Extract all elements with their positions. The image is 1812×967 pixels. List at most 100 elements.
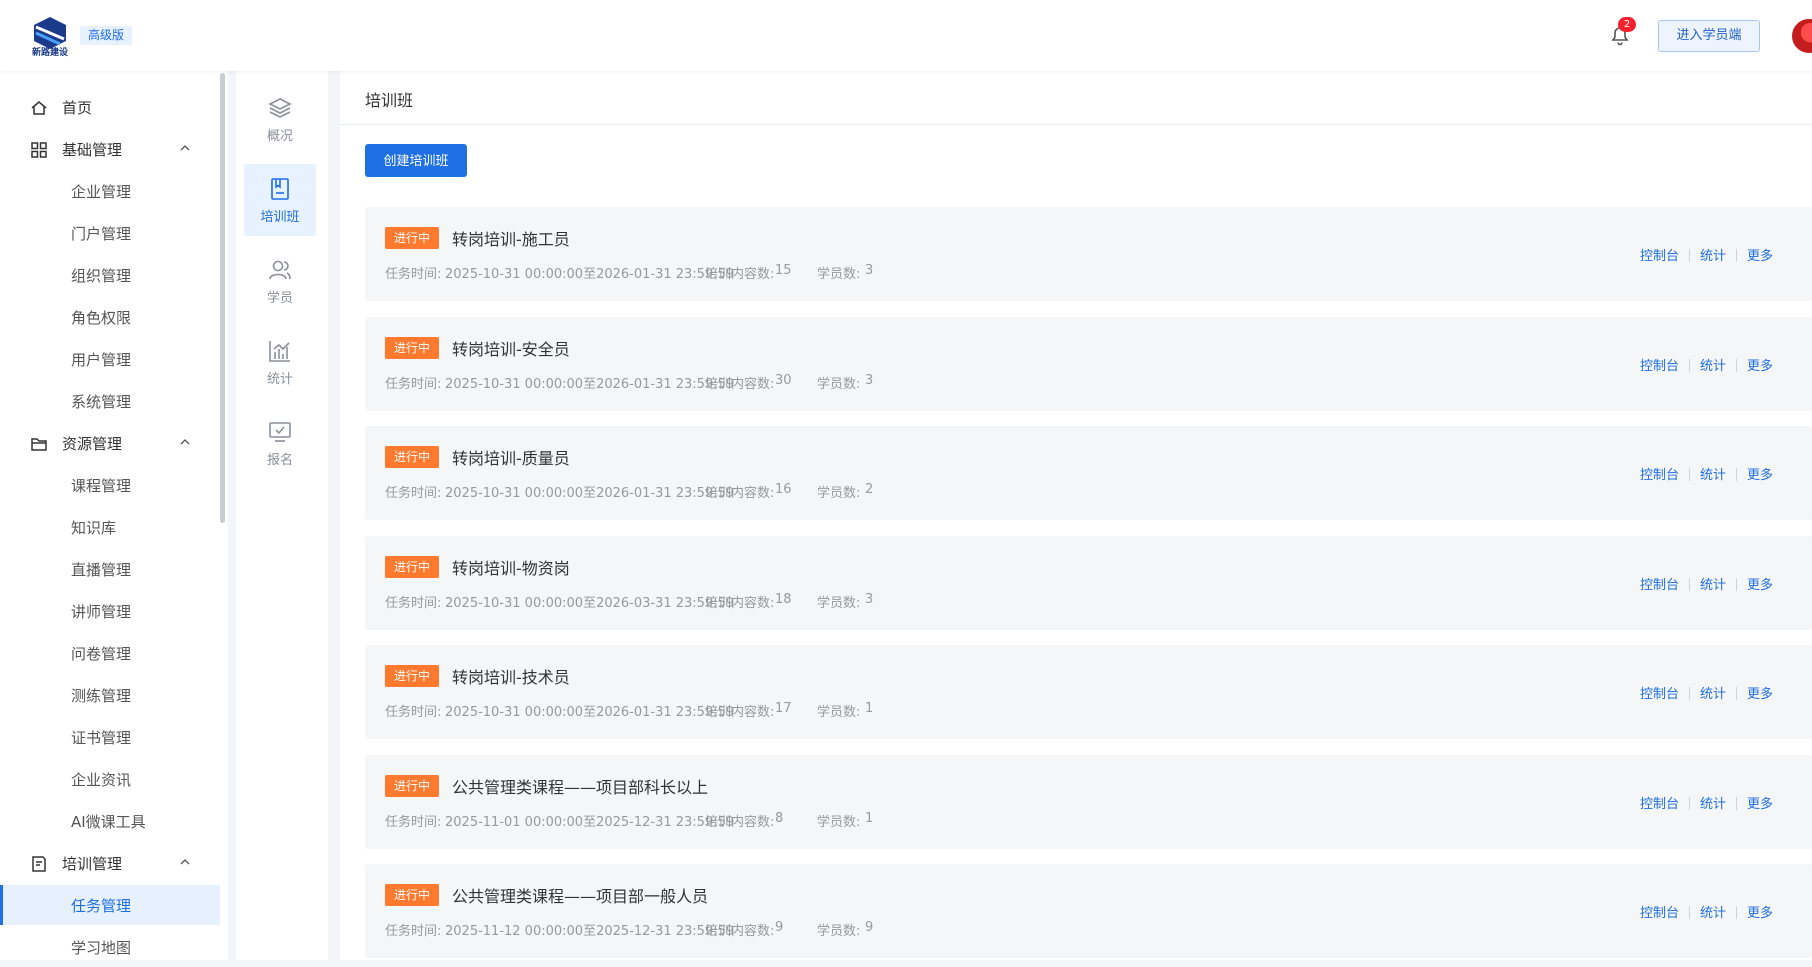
card-actions: 控制台 统计 更多 bbox=[1640, 683, 1773, 702]
sidebar-item-surveys[interactable]: 问卷管理 bbox=[0, 633, 220, 673]
content-count: 18 bbox=[775, 591, 792, 607]
content-count: 8 bbox=[775, 810, 784, 826]
sidebar-group-label: 资源管理 bbox=[62, 435, 123, 453]
folder-icon bbox=[31, 438, 47, 451]
card-actions: 控制台 统计 更多 bbox=[1640, 245, 1773, 264]
students-label: 学员数: bbox=[817, 267, 861, 282]
rail-item-statistics[interactable]: 统计 bbox=[244, 326, 316, 398]
class-title[interactable]: 转岗培训-物资岗 bbox=[452, 555, 570, 579]
content-count: 15 bbox=[775, 263, 792, 278]
rail-item-overview[interactable]: 概况 bbox=[244, 83, 316, 155]
rail-item-students[interactable]: 学员 bbox=[244, 245, 316, 317]
rail-item-label: 学员 bbox=[266, 291, 293, 306]
action-separator bbox=[1736, 687, 1738, 700]
sidebar-item-home[interactable]: 首页 bbox=[0, 87, 220, 127]
chevron-up-icon bbox=[180, 859, 190, 865]
training-class-card[interactable]: 进行中 转岗培训-安全员 任务时间: 2025-10-31 00:00:00至2026… bbox=[365, 316, 1812, 411]
enter-student-button[interactable]: 进入学员端 bbox=[1658, 20, 1760, 52]
content-label: 培训内容数: bbox=[705, 595, 775, 611]
training-class-card[interactable]: 进行中 公共管理类课程——项目部科长以上 任务时间: 2025-11-01 00:00… bbox=[365, 754, 1812, 849]
console-link[interactable]: 控制台 bbox=[1640, 574, 1679, 593]
statistics-link[interactable]: 统计 bbox=[1700, 574, 1726, 593]
sidebar-group-label: 基础管理 bbox=[62, 141, 123, 159]
sidebar-item-learning-map[interactable]: 学习地图 bbox=[0, 927, 220, 967]
more-link[interactable]: 更多 bbox=[1747, 793, 1773, 812]
sidebar-item-enterprise[interactable]: 企业管理 bbox=[0, 171, 220, 211]
statistics-link[interactable]: 统计 bbox=[1700, 464, 1726, 483]
more-link[interactable]: 更多 bbox=[1747, 574, 1773, 593]
sidebar-group-training[interactable]: 培训管理 bbox=[0, 843, 220, 883]
students-label: 学员数: bbox=[817, 595, 861, 611]
time-label: 任务时间: bbox=[385, 376, 442, 392]
grid-icon bbox=[31, 142, 47, 158]
sidebar-group-basic[interactable]: 基础管理 bbox=[0, 129, 220, 169]
rail-item-signup[interactable]: 报名 bbox=[244, 407, 316, 479]
sidebar-scrollbar[interactable] bbox=[220, 73, 225, 523]
class-title[interactable]: 转岗培训-质量员 bbox=[452, 445, 570, 469]
task-time: 2025-10-31 00:00:00至2026-01-31 23:59:59 bbox=[445, 376, 735, 392]
more-link[interactable]: 更多 bbox=[1747, 902, 1773, 921]
create-class-button[interactable]: 创建培训班 bbox=[365, 144, 467, 177]
statistics-link[interactable]: 统计 bbox=[1700, 902, 1726, 921]
top-header: 新路建设 高级版 2 进入学员端 bbox=[0, 0, 1812, 71]
sidebar-item-lecturers[interactable]: 讲师管理 bbox=[0, 591, 220, 631]
users-icon bbox=[269, 260, 291, 280]
training-class-card[interactable]: 进行中 转岗培训-施工员 任务时间: 2025-10-31 00:00:00至2026… bbox=[365, 207, 1812, 301]
console-link[interactable]: 控制台 bbox=[1640, 902, 1679, 921]
console-link[interactable]: 控制台 bbox=[1640, 355, 1679, 374]
sidebar-group-resources[interactable]: 资源管理 bbox=[0, 423, 220, 463]
console-link[interactable]: 控制台 bbox=[1640, 245, 1679, 264]
statistics-link[interactable]: 统计 bbox=[1700, 793, 1726, 812]
status-badge: 进行中 bbox=[385, 336, 440, 359]
more-link[interactable]: 更多 bbox=[1747, 464, 1773, 483]
sidebar-item-roles[interactable]: 角色权限 bbox=[0, 297, 220, 337]
more-link[interactable]: 更多 bbox=[1747, 245, 1773, 264]
console-link[interactable]: 控制台 bbox=[1640, 464, 1679, 483]
time-label: 任务时间: bbox=[385, 924, 442, 939]
user-avatar[interactable] bbox=[1790, 17, 1812, 55]
statistics-link[interactable]: 统计 bbox=[1700, 245, 1726, 264]
sidebar-item-courses[interactable]: 课程管理 bbox=[0, 465, 220, 505]
chevron-up-icon bbox=[180, 439, 190, 445]
sidebar-item-live[interactable]: 直播管理 bbox=[0, 549, 220, 589]
time-label: 任务时间: bbox=[385, 486, 442, 501]
sidebar-item-organization[interactable]: 组织管理 bbox=[0, 255, 220, 295]
content-label: 培训内容数: bbox=[705, 267, 775, 282]
console-link[interactable]: 控制台 bbox=[1640, 793, 1679, 812]
sidebar-item-users[interactable]: 用户管理 bbox=[0, 339, 220, 379]
class-title[interactable]: 转岗培训-施工员 bbox=[452, 226, 570, 250]
sidebar-item-exams[interactable]: 测练管理 bbox=[0, 675, 220, 715]
sidebar-item-portal[interactable]: 门户管理 bbox=[0, 213, 220, 253]
class-title[interactable]: 转岗培训-安全员 bbox=[452, 336, 570, 360]
class-title[interactable]: 转岗培训-技术员 bbox=[452, 664, 570, 688]
sidebar-item-knowledge[interactable]: 知识库 bbox=[0, 507, 220, 547]
student-count: 1 bbox=[865, 810, 874, 826]
more-link[interactable]: 更多 bbox=[1747, 683, 1773, 702]
class-title[interactable]: 公共管理类课程——项目部一般人员 bbox=[452, 883, 708, 907]
training-class-card[interactable]: 进行中 转岗培训-质量员 任务时间: 2025-10-31 00:00:00至2026… bbox=[365, 426, 1812, 520]
sidebar-item-tasks[interactable]: 任务管理 bbox=[0, 885, 220, 925]
sidebar-item-news[interactable]: 企业资讯 bbox=[0, 759, 220, 799]
sidebar-item-certificates[interactable]: 证书管理 bbox=[0, 717, 220, 757]
action-separator bbox=[1689, 358, 1691, 372]
training-class-card[interactable]: 进行中 转岗培训-物资岗 任务时间: 2025-10-31 00:00:00至2026… bbox=[365, 535, 1812, 630]
class-title[interactable]: 公共管理类课程——项目部科长以上 bbox=[452, 774, 708, 798]
statistics-link[interactable]: 统计 bbox=[1700, 683, 1726, 702]
left-sidebar: 首页 基础管理 企业管理 门户管理 组织管理 角色权限 用户管理 系统管理 资源… bbox=[0, 71, 228, 960]
sidebar-item-ai-tool[interactable]: AI微课工具 bbox=[0, 801, 220, 841]
students-label: 学员数: bbox=[817, 814, 861, 830]
content-label: 培训内容数: bbox=[705, 924, 775, 939]
rail-item-classes[interactable]: 培训班 bbox=[244, 164, 316, 236]
training-class-card[interactable]: 进行中 转岗培训-技术员 任务时间: 2025-10-31 00:00:00至2026… bbox=[365, 645, 1812, 739]
statistics-link[interactable]: 统计 bbox=[1700, 355, 1726, 374]
console-link[interactable]: 控制台 bbox=[1640, 683, 1679, 702]
more-link[interactable]: 更多 bbox=[1747, 355, 1773, 374]
clipboard-icon bbox=[32, 856, 46, 872]
training-class-card[interactable]: 进行中 公共管理类课程——项目部一般人员 任务时间: 2025-11-12 00:00… bbox=[365, 864, 1812, 958]
students-label: 学员数: bbox=[817, 376, 861, 392]
student-count: 9 bbox=[865, 920, 874, 935]
status-badge: 进行中 bbox=[385, 555, 440, 578]
sidebar-item-system[interactable]: 系统管理 bbox=[0, 381, 220, 421]
students-label: 学员数: bbox=[817, 705, 861, 720]
action-separator bbox=[1736, 906, 1738, 919]
